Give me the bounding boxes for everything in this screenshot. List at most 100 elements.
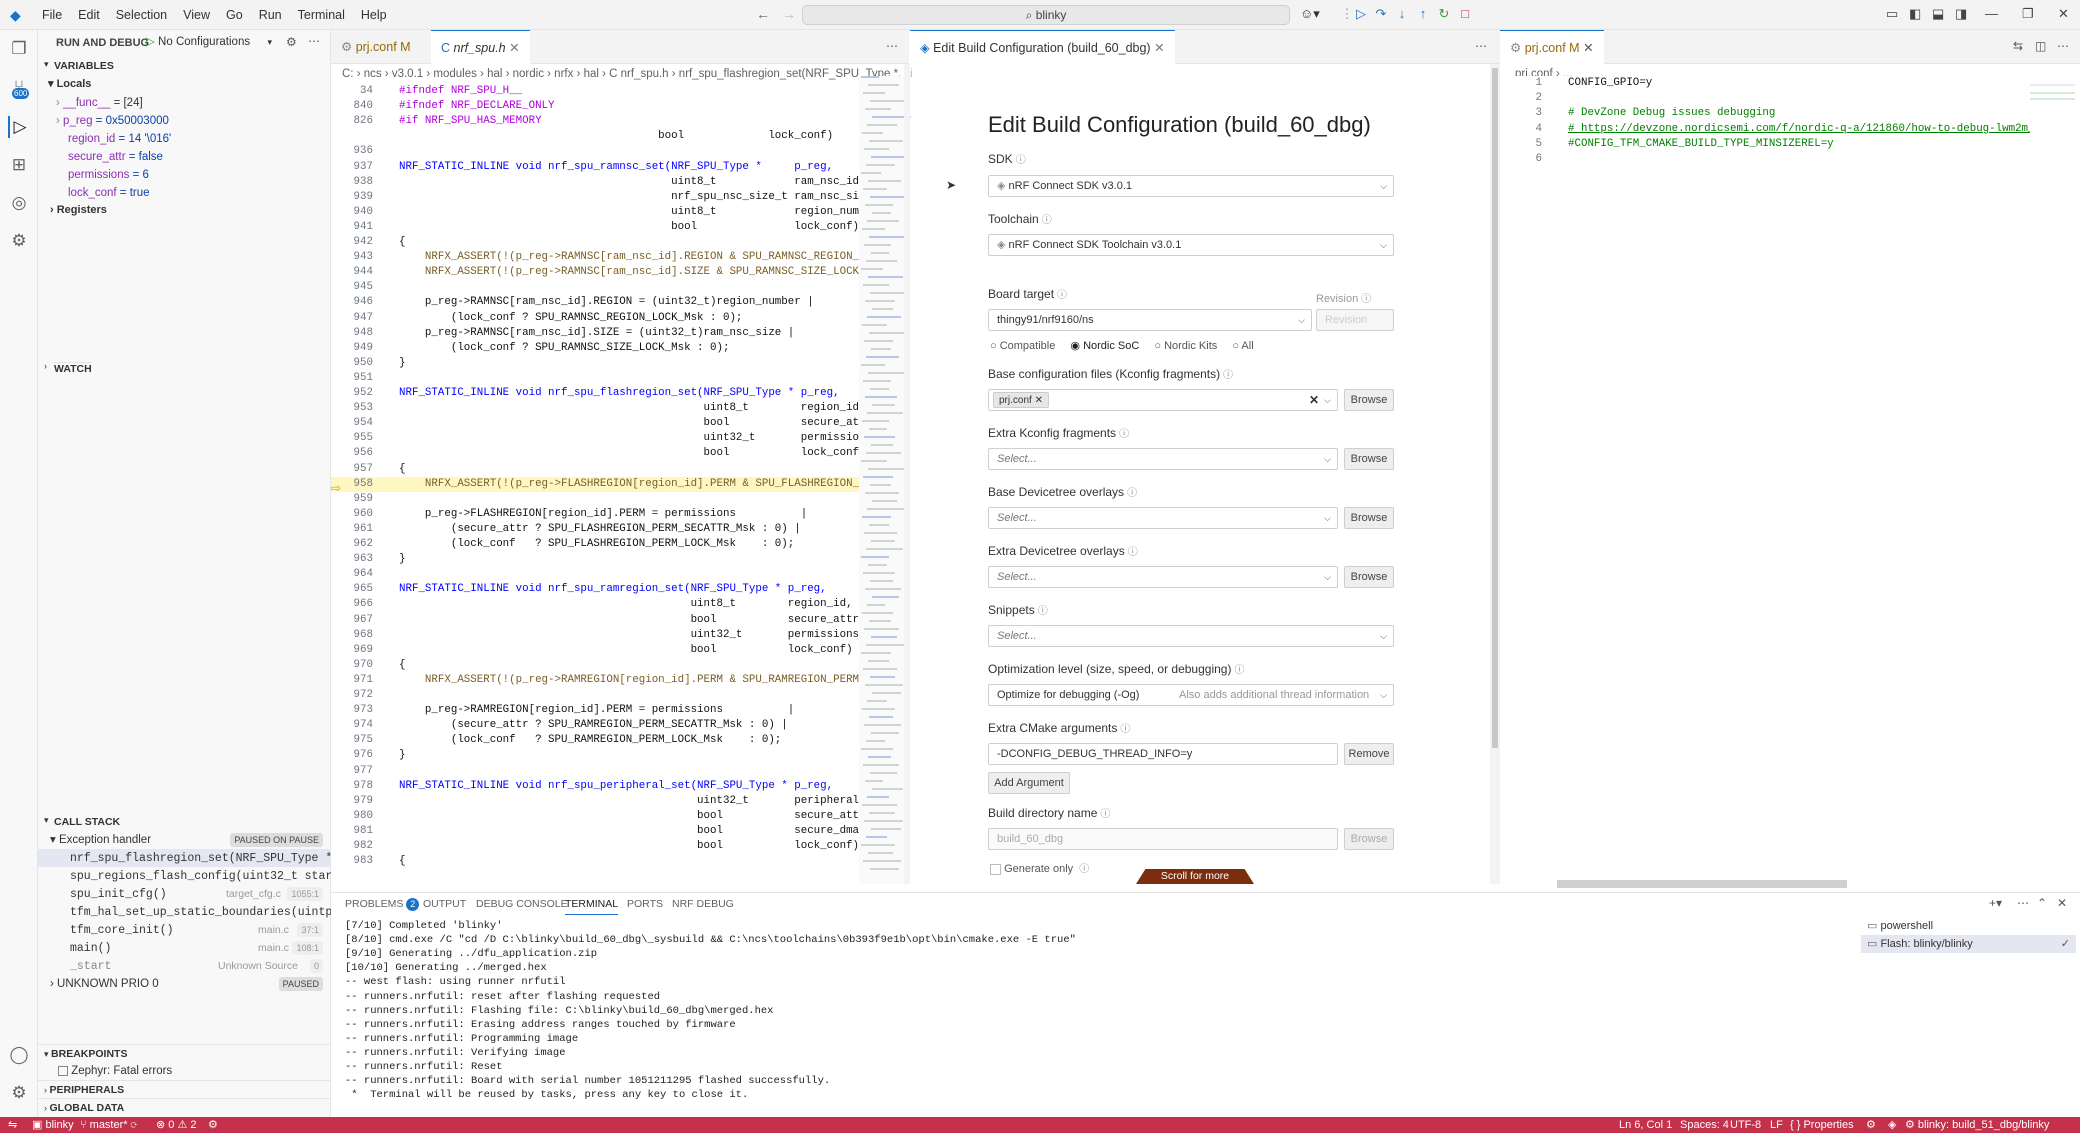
locals-scope[interactable]: ▾ Locals	[48, 77, 91, 90]
clear-icon[interactable]: ✕	[1309, 390, 1319, 410]
account-icon[interactable]: ◯	[8, 1044, 30, 1066]
thread-row[interactable]: ▾ Exception handler PAUSED ON PAUSE	[38, 831, 331, 849]
minimap[interactable]	[859, 76, 911, 884]
close-window-icon[interactable]: ✕	[2058, 6, 2069, 22]
scroll-for-more-button[interactable]: Scroll for more	[1136, 869, 1254, 884]
close-panel-icon[interactable]: ✕	[2057, 896, 2067, 910]
variable-row[interactable]: lock_conf = true	[38, 184, 331, 202]
tab-debug-console[interactable]: DEBUG CONSOLE	[476, 893, 568, 915]
sdk-select[interactable]: ◈ nRF Connect SDK v3.0.1 ⌵	[988, 175, 1394, 197]
tab-prj-conf[interactable]: ⚙ prj.conf M	[331, 30, 421, 64]
more-actions-icon[interactable]: ⋯	[2017, 896, 2029, 910]
browse-extra-kconfig-button[interactable]: Browse	[1344, 448, 1394, 470]
start-debug-icon[interactable]: ▷	[146, 36, 158, 48]
build-dir-input[interactable]: build_60_dbg	[988, 828, 1338, 850]
tab-terminal[interactable]: TERMINAL	[565, 893, 619, 915]
copilot-icon[interactable]: ☺▾	[1300, 6, 1320, 22]
chip-remove-icon[interactable]: ✕	[1035, 395, 1043, 406]
close-tab-icon[interactable]: ✕	[1583, 41, 1593, 55]
tab-edit-build-config[interactable]: ◈ Edit Build Configuration (build_60_dbg…	[910, 30, 1175, 64]
stack-frame-row[interactable]: spu_init_cfg() target_cfg.c 1055:1	[38, 885, 331, 903]
toggle-secondary-sidebar-icon[interactable]: ◨	[1955, 6, 1967, 22]
browse-extra-devicetree-button[interactable]: Browse	[1344, 566, 1394, 588]
code-editor[interactable]: 34 #ifndef NRF_SPU_H__ 840 #ifndef NRF_DECL…	[331, 84, 859, 884]
radio-compatible[interactable]: ○ Compatible	[990, 340, 1055, 352]
nrf-connect-icon[interactable]: ⚙	[8, 230, 30, 252]
conf-editor[interactable]: 1 CONFIG_GPIO=y 2 3 # DevZone Debug issues d…	[1500, 76, 2080, 884]
status-eol[interactable]: LF	[1770, 1117, 1783, 1133]
stack-frame-row[interactable]: main() main.c 108:1	[38, 939, 331, 957]
status-build[interactable]: ⚙ blinky: build_51_dbg/blinky	[1905, 1117, 2049, 1133]
minimize-icon[interactable]: —	[1985, 6, 1998, 21]
status-branch[interactable]: ⑂ master* ⟳	[80, 1117, 137, 1133]
toolchain-select[interactable]: ◈ nRF Connect SDK Toolchain v3.0.1 ⌵	[988, 234, 1394, 256]
stack-frame-row[interactable]: tfm_hal_set_up_static_boundaries(uintptr…	[38, 903, 331, 921]
menu-help[interactable]: Help	[353, 8, 395, 22]
toggle-panel-icon[interactable]: ⬓	[1932, 6, 1944, 22]
remove-arg-button[interactable]: Remove	[1344, 743, 1394, 765]
menu-edit[interactable]: Edit	[70, 8, 108, 22]
variable-row[interactable]: › __func__ = [24]	[38, 94, 331, 112]
optimization-select[interactable]: Optimize for debugging (-Og) Also adds ad…	[988, 684, 1394, 706]
stack-frame-row[interactable]: _start Unknown Source 0	[38, 957, 331, 975]
back-arrow-icon[interactable]: ←	[756, 6, 770, 22]
split-editor-icon[interactable]: ◫	[2035, 39, 2046, 53]
more-actions-icon[interactable]: ⋯	[1475, 39, 1487, 53]
restore-icon[interactable]: ❐	[2022, 6, 2034, 22]
snippets-select[interactable]: Select... ⌵	[988, 625, 1394, 647]
open-changes-icon[interactable]: ⇆	[2013, 39, 2023, 53]
menu-selection[interactable]: Selection	[108, 8, 175, 22]
close-tab-icon[interactable]: ✕	[1154, 41, 1164, 55]
step-out-icon[interactable]: ↑	[1414, 5, 1432, 23]
status-position[interactable]: Ln 6, Col 1	[1619, 1117, 1672, 1133]
breadcrumb[interactable]: C: › ncs › v3.0.1 › modules › hal › nord…	[342, 64, 912, 84]
breakpoints-header[interactable]: ▾ BREAKPOINTS	[38, 1044, 331, 1062]
debug-settings-gear-icon[interactable]: ⚙	[286, 35, 297, 49]
step-into-icon[interactable]: ↓	[1393, 5, 1411, 23]
conf-hscrollbar[interactable]	[1557, 880, 1847, 888]
status-properties[interactable]: { } Properties	[1790, 1117, 1854, 1133]
watch-header[interactable]: WATCH	[54, 362, 92, 375]
extra-devicetree-select[interactable]: Select... ⌵	[988, 566, 1338, 588]
variable-row[interactable]: permissions = 6	[38, 166, 331, 184]
breakpoint-item[interactable]: Zephyr: Fatal errors	[38, 1062, 331, 1080]
browse-kconfig-button[interactable]: Browse	[1344, 389, 1394, 411]
board-target-select[interactable]: thingy91/nrf9160/ns ⌵	[988, 309, 1312, 331]
more-actions-icon[interactable]: ⋯	[2057, 39, 2069, 53]
status-notifications-icon[interactable]: ⚙	[1866, 1117, 1876, 1133]
tab-output[interactable]: OUTPUT	[423, 893, 466, 915]
menu-view[interactable]: View	[175, 8, 218, 22]
registers-scope[interactable]: › Registers	[50, 204, 107, 216]
stop-icon[interactable]: □	[1456, 5, 1474, 23]
tab-prj-conf-right[interactable]: ⚙ prj.conf M ✕	[1500, 30, 1604, 64]
forward-arrow-icon[interactable]: →	[782, 6, 796, 22]
step-over-icon[interactable]: ↷	[1372, 5, 1390, 23]
variable-row[interactable]: › p_reg = 0x50003000	[38, 112, 331, 130]
status-spaces[interactable]: Spaces: 4	[1680, 1117, 1729, 1133]
stack-frame-row[interactable]: spu_regions_flash_config(uint32_t start_…	[38, 867, 331, 885]
terminal-output[interactable]: [7/10] Completed 'blinky' [8/10] cmd.exe …	[331, 919, 1841, 1118]
stack-frame-row[interactable]: nrf_spu_flashregion_set(NRF_SPU_Type * p…	[38, 849, 331, 867]
add-argument-button[interactable]: Add Argument	[988, 772, 1070, 794]
variable-row[interactable]: region_id = 14 '\016'	[38, 130, 331, 148]
explorer-icon[interactable]: ❐	[8, 38, 30, 60]
status-problems[interactable]: ⊗ 0 ⚠ 2	[156, 1117, 197, 1133]
kconfig-multiselect[interactable]: prj.conf ✕ ✕ ⌵	[988, 389, 1338, 411]
close-tab-icon[interactable]: ✕	[509, 41, 519, 55]
variable-row[interactable]: secure_attr = false	[38, 148, 331, 166]
tab-problems[interactable]: PROBLEMS 2	[345, 893, 420, 915]
maximize-panel-icon[interactable]: ⌃	[2037, 896, 2047, 910]
browse-base-devicetree-button[interactable]: Browse	[1344, 507, 1394, 529]
terminal-item-flash[interactable]: ▭ Flash: blinky/blinky ✓	[1861, 935, 2076, 953]
cmake-arg-input[interactable]: -DCONFIG_DEBUG_THREAD_INFO=y	[988, 743, 1338, 765]
menu-terminal[interactable]: Terminal	[290, 8, 353, 22]
conf-minimap[interactable]	[2030, 76, 2075, 146]
extensions-icon[interactable]: ⊞	[8, 154, 30, 176]
status-debug-icon[interactable]: ⚙	[208, 1117, 218, 1133]
radio-nordic-kits[interactable]: ○ Nordic Kits	[1154, 340, 1217, 352]
toggle-sidebar-icon[interactable]: ◧	[1909, 6, 1921, 22]
status-nrf-icon[interactable]: ◈	[1888, 1117, 1896, 1133]
status-folder[interactable]: ▣ blinky	[32, 1117, 74, 1133]
manage-gear-icon[interactable]: ⚙	[8, 1082, 30, 1104]
tab-ports[interactable]: PORTS	[627, 893, 663, 915]
